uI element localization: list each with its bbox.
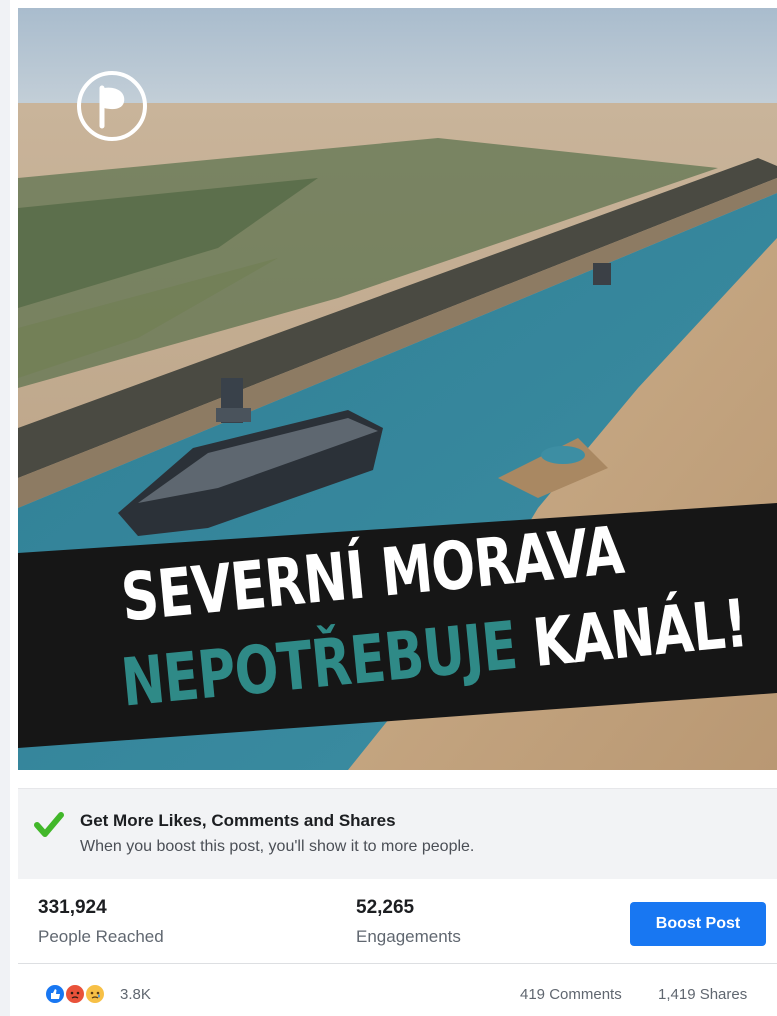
engagements-label: Engagements [356, 927, 461, 946]
people-reached-value: 331,924 [38, 897, 107, 918]
comments-link[interactable]: 419 Comments [520, 986, 622, 1003]
shares-link[interactable]: 1,419 Shares [658, 986, 747, 1003]
boost-prompt-title: Get More Likes, Comments and Shares [80, 811, 396, 830]
boost-prompt-subtitle: When you boost this post, you'll show it… [80, 838, 475, 855]
engagements-value: 52,265 [356, 897, 415, 918]
boost-post-button[interactable]: Boost Post [630, 902, 766, 946]
reaction-count[interactable]: 3.8K [120, 986, 151, 1003]
facebook-post-insights: SEVERNÍ MORAVA NEPOTŘEBUJE KANÁL! Get Mo… [0, 0, 777, 1016]
post-card: SEVERNÍ MORAVA NEPOTŘEBUJE KANÁL! Get Mo… [10, 0, 777, 1016]
angry-icon[interactable] [64, 983, 86, 1005]
post-image[interactable]: SEVERNÍ MORAVA NEPOTŘEBUJE KANÁL! [18, 8, 777, 770]
pirate-party-flag-icon [77, 71, 147, 141]
like-icon[interactable] [44, 983, 66, 1005]
check-icon [34, 812, 64, 837]
sad-icon[interactable] [84, 983, 106, 1005]
page-background-strip [0, 0, 10, 1016]
reactions-bar: 3.8K 419 Comments 1,419 Shares [18, 964, 777, 1016]
post-stats: 331,924 People Reached 52,265 Engagement… [18, 879, 777, 964]
boost-prompt: Get More Likes, Comments and Shares When… [18, 788, 777, 879]
people-reached-label: People Reached [38, 927, 164, 946]
